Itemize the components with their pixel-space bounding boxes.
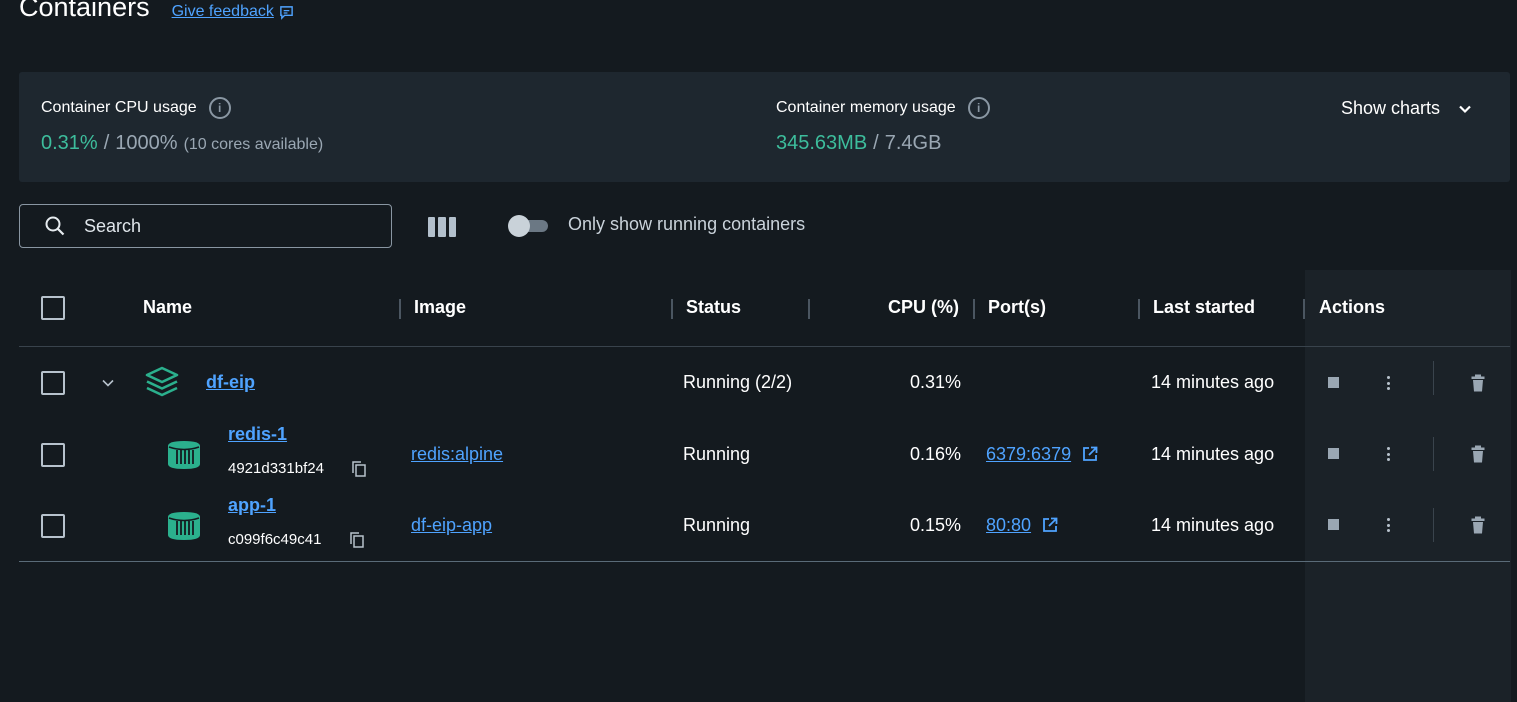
stack-icon: [145, 366, 179, 397]
select-all-checkbox[interactable]: [41, 296, 65, 320]
page-header: Containers Give feedback: [19, 0, 294, 23]
container-name-link[interactable]: df-eip: [206, 372, 255, 393]
column-header-actions: Actions: [1319, 297, 1386, 317]
trash-icon[interactable]: [1471, 374, 1485, 392]
last-started-text: 14 minutes ago: [1151, 515, 1275, 535]
chevron-down-icon[interactable]: [101, 377, 115, 389]
show-charts-label: Show charts: [1340, 98, 1440, 118]
running-only-toggle[interactable]: [508, 215, 548, 237]
container-icon: [168, 512, 200, 540]
column-separator[interactable]: [1303, 299, 1305, 319]
status-text: Running (2/2): [683, 372, 793, 392]
copy-icon[interactable]: [350, 532, 364, 548]
header-divider: [19, 346, 1510, 347]
search-input[interactable]: [84, 215, 364, 237]
cpu-value: 0.31%: [910, 372, 962, 392]
cpu-total-value: 1000%: [115, 132, 178, 154]
column-separator[interactable]: [671, 299, 673, 319]
status-text: Running: [683, 515, 751, 535]
container-icon: [168, 441, 200, 469]
search-icon: [45, 216, 65, 236]
cpu-usage-label: Container CPU usage: [41, 99, 197, 116]
stop-button[interactable]: [1328, 377, 1339, 388]
container-id: c099f6c49c41: [228, 531, 322, 548]
give-feedback-label: Give feedback: [171, 3, 274, 20]
memory-used-value: 345.63MB: [776, 132, 868, 154]
info-icon[interactable]: i: [208, 97, 231, 119]
memory-total-value: 7.4GB: [884, 132, 942, 154]
actions-divider: [1433, 437, 1434, 471]
containers-page: Containers Give feedback Container CPU u…: [0, 0, 1517, 702]
usage-panel: Container CPU usage i 0.31% / 1000% (10 …: [19, 72, 1510, 182]
cpu-cores-note: (10 cores available): [183, 136, 324, 153]
row-checkbox[interactable]: [41, 371, 65, 395]
row-checkbox[interactable]: [41, 514, 65, 538]
cpu-value: 0.15%: [910, 515, 962, 535]
row-checkbox[interactable]: [41, 443, 65, 467]
running-only-label: Only show running containers: [568, 214, 806, 234]
cpu-value: 0.16%: [910, 444, 962, 464]
port-link[interactable]: 80:80: [986, 515, 1058, 536]
memory-usage: Container memory usage i 345.63MB / 7.4G…: [776, 96, 990, 155]
last-started-text: 14 minutes ago: [1151, 444, 1275, 464]
stop-button[interactable]: [1328, 519, 1339, 530]
port-link[interactable]: 6379:6379: [986, 444, 1098, 465]
search-box[interactable]: [19, 204, 392, 248]
status-text: Running: [683, 444, 751, 464]
feedback-icon: [280, 5, 293, 20]
give-feedback-link[interactable]: Give feedback: [172, 3, 294, 21]
memory-separator: /: [873, 132, 879, 154]
external-link-icon[interactable]: [1042, 517, 1058, 533]
cpu-separator: /: [103, 132, 110, 154]
column-header-cpu[interactable]: CPU (%): [888, 297, 959, 318]
cpu-used-value: 0.31%: [41, 132, 98, 154]
table-bottom-divider: [19, 561, 1510, 562]
more-actions-button[interactable]: [1387, 518, 1391, 532]
column-header-name[interactable]: Name: [143, 297, 192, 318]
stop-button[interactable]: [1328, 448, 1339, 459]
column-header-last-started[interactable]: Last started: [1153, 297, 1255, 318]
column-separator[interactable]: [1138, 299, 1140, 319]
trash-icon[interactable]: [1471, 445, 1485, 463]
actions-divider: [1433, 508, 1434, 542]
more-actions-button[interactable]: [1387, 447, 1391, 461]
column-header-image[interactable]: Image: [414, 297, 466, 318]
actions-column-background: [1305, 270, 1511, 702]
external-link-icon[interactable]: [1082, 446, 1098, 462]
cpu-usage: Container CPU usage i 0.31% / 1000% (10 …: [41, 96, 323, 155]
chevron-down-icon: [1459, 105, 1471, 113]
image-link[interactable]: redis:alpine: [411, 444, 503, 465]
container-name-link[interactable]: app-1: [228, 495, 276, 516]
copy-icon[interactable]: [352, 461, 366, 477]
column-separator[interactable]: [973, 299, 975, 319]
memory-usage-label: Container memory usage: [776, 99, 956, 116]
column-separator[interactable]: [808, 299, 810, 319]
page-title: Containers: [19, 0, 150, 22]
port-text[interactable]: 6379:6379: [986, 444, 1071, 464]
image-link[interactable]: df-eip-app: [411, 515, 492, 536]
column-header-ports[interactable]: Port(s): [988, 297, 1046, 318]
container-id: 4921d331bf24: [228, 460, 324, 477]
info-icon[interactable]: i: [967, 97, 990, 119]
columns-icon[interactable]: [428, 217, 456, 237]
port-text[interactable]: 80:80: [986, 515, 1031, 535]
trash-icon[interactable]: [1471, 516, 1485, 534]
container-name-link[interactable]: redis-1: [228, 424, 287, 445]
last-started-text: 14 minutes ago: [1151, 372, 1275, 392]
column-separator[interactable]: [399, 299, 401, 319]
actions-divider: [1433, 361, 1434, 395]
column-header-status[interactable]: Status: [686, 297, 741, 318]
show-charts-button[interactable]: Show charts: [1341, 98, 1472, 119]
more-actions-button[interactable]: [1387, 376, 1391, 390]
